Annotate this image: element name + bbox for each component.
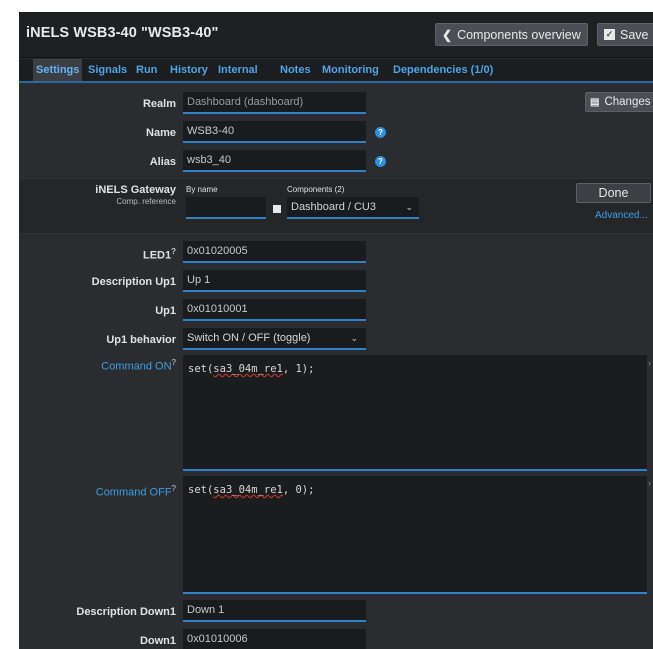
command-off-label-text: Command OFF [95,486,172,499]
name-input[interactable]: WSB3-40 [183,121,366,143]
page-title: iNELS WSB3-40 "WSB3-40" [26,25,219,41]
changes-button[interactable]: ▤ Changes [585,92,653,112]
command-off-hint: ? [171,484,176,493]
alias-help-icon[interactable]: ? [375,156,386,167]
tab-dependencies[interactable]: Dependencies (1/0) [393,59,493,81]
command-off-arg: sa3_04m_re1 [213,484,283,496]
components-label: Components (2) [287,185,345,194]
desc-up1-label: Description Up1 [91,276,176,288]
led1-hint: ? [171,247,176,256]
chevron-down-icon: ⌄ [405,202,413,212]
down1-input[interactable]: 0x01010006 [183,629,366,649]
alias-input[interactable]: wsb3_40 [183,150,366,172]
command-on-hint: ? [171,358,176,367]
up1-behavior-value: Switch ON / OFF (toggle) [187,332,311,344]
tab-run[interactable]: Run [136,59,157,81]
tab-monitoring[interactable]: Monitoring [322,59,379,81]
tab-history[interactable]: History [170,59,208,81]
chevron-down-icon: ⌄ [350,333,358,343]
up1-behavior-label: Up1 behavior [106,334,176,346]
command-on-label: Command ON? [101,358,176,373]
by-name-input[interactable] [186,197,266,219]
up1-behavior-select[interactable]: Switch ON / OFF (toggle) ⌄ [183,328,366,350]
checkbox-icon: ✓ [604,29,615,40]
components-overview-label: Components overview [457,27,581,42]
gateway-sublabel: Comp. reference [116,197,176,206]
led1-input[interactable]: 0x01020005 [183,241,366,263]
title-bar: iNELS WSB3-40 "WSB3-40" ❮ Components ove… [19,12,653,58]
close-icon[interactable]: › [648,358,651,368]
save-button[interactable]: ✓ Save [597,23,653,46]
command-off-fn: set( [188,484,214,496]
up1-label: Up1 [155,305,176,317]
command-on-label-text: Command ON [101,360,172,373]
realm-label: Realm [142,98,176,110]
tab-settings[interactable]: Settings [33,59,83,81]
led1-label: LED1? [143,247,176,262]
down1-label: Down1 [139,635,176,647]
up1-input[interactable]: 0x01010001 [183,299,366,321]
components-select[interactable]: Dashboard / CU3 ⌄ [287,197,419,219]
by-name-label: By name [186,185,218,194]
desc-up1-input[interactable]: Up 1 [183,270,366,292]
name-help-icon[interactable]: ? [375,127,386,138]
tab-internal[interactable]: Internal [218,59,258,81]
led1-label-text: LED1 [142,249,172,262]
command-on-arg: sa3_04m_re1 [213,363,283,375]
done-button[interactable]: Done [576,183,651,203]
name-label: Name [146,127,176,139]
gateway-label: iNELS Gateway [95,184,176,196]
command-on-rest: , 1); [282,363,315,375]
command-off-label: Command OFF? [96,484,176,499]
gateway-section: iNELS Gateway Comp. reference By name Co… [19,178,653,234]
tab-notes[interactable]: Notes [280,59,311,81]
command-on-fn: set( [188,363,214,375]
list-icon: ▤ [590,96,600,108]
desc-down1-label: Description Down1 [76,606,176,618]
realm-field: Dashboard (dashboard) [183,92,366,114]
checkbox-icon[interactable] [273,205,281,213]
components-overview-button[interactable]: ❮ Components overview [435,23,588,46]
alias-label: Alias [149,156,176,168]
desc-down1-input[interactable]: Down 1 [183,600,366,622]
command-off-rest: , 0); [282,484,315,496]
components-select-value: Dashboard / CU3 [291,201,376,213]
close-icon[interactable]: › [648,478,651,488]
command-on-editor[interactable]: set(sa3_04m_re1, 1); [183,355,647,471]
component-window: iNELS WSB3-40 "WSB3-40" ❮ Components ove… [19,12,653,649]
command-off-editor[interactable]: set(sa3_04m_re1, 0); [183,476,647,594]
advanced-link[interactable]: Advanced... [595,210,648,221]
save-label: Save [620,27,649,42]
tab-signals[interactable]: Signals [88,59,127,81]
tab-bar: Settings Signals Run History Internal No… [19,59,653,83]
changes-label: Changes [604,96,651,108]
chevron-left-icon: ❮ [442,27,453,42]
